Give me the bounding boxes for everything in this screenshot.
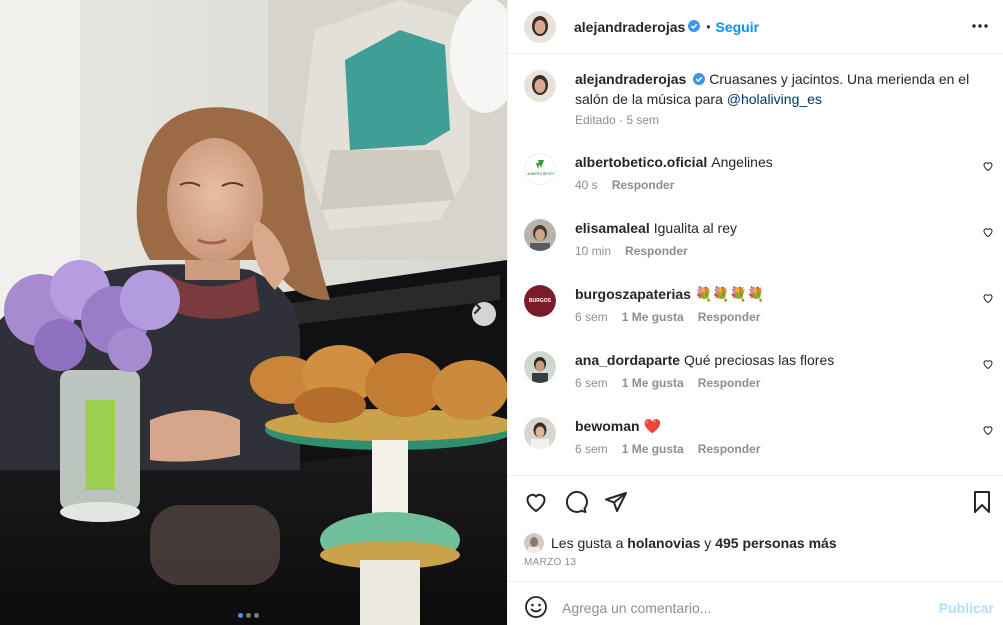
carousel-indicator	[238, 613, 259, 618]
comment-likes[interactable]: 1 Me gusta	[622, 376, 684, 390]
comment-text-block: albertobetico.oficial Angelines	[575, 153, 975, 172]
comment-item: BURGOS burgoszapaterias 💐💐💐💐 6 sem 1 Me gu…	[524, 285, 994, 329]
likes-prefix: Les gusta a	[551, 535, 628, 551]
next-photo-button[interactable]	[472, 302, 496, 326]
reply-button[interactable]: Responder	[698, 442, 761, 456]
comment-text-block: elisamaleal Igualita al rey	[575, 219, 975, 238]
comment-username[interactable]: albertobetico.oficial	[575, 154, 707, 170]
bookmark-icon[interactable]	[970, 490, 994, 517]
caption-meta: Editado · 5 sem	[575, 113, 660, 127]
comment-time: 6 sem	[575, 376, 608, 390]
comment-text-block: burgoszapaterias 💐💐💐💐	[575, 285, 975, 304]
comment-meta: 6 sem 1 Me gusta Responder	[575, 310, 760, 324]
comment-username[interactable]: ana_dordaparte	[575, 352, 680, 368]
divider	[508, 475, 1003, 476]
caption-username[interactable]: alejandraderojas	[575, 71, 686, 87]
post-caption: alejandraderojas Cruasanes y jacintos. Un…	[524, 70, 994, 130]
comment-input[interactable]	[562, 600, 922, 616]
commenter-avatar[interactable]: ALBERTO BETICO	[524, 153, 556, 185]
post-date[interactable]: MARZO 13	[524, 557, 576, 568]
caption-text-block: alejandraderojas Cruasanes y jacintos. Un…	[575, 70, 975, 109]
liker-avatar[interactable]	[524, 533, 544, 553]
author-username[interactable]: alejandraderojas	[574, 19, 685, 35]
heart-icon[interactable]	[524, 490, 548, 517]
comment-meta: 40 s Responder	[575, 178, 674, 192]
emoji-icon[interactable]	[524, 595, 548, 622]
reply-button[interactable]: Responder	[612, 178, 675, 192]
comment-composer: Publicar	[524, 594, 994, 622]
divider	[508, 581, 1003, 582]
likes-user[interactable]: holanovias	[627, 535, 700, 551]
comment-item: bewoman ❤️ 6 sem 1 Me gusta Responder	[524, 417, 994, 461]
comment-time: 6 sem	[575, 310, 608, 324]
comment-likes[interactable]: 1 Me gusta	[622, 310, 684, 324]
publish-button[interactable]: Publicar	[939, 600, 994, 616]
heart-icon[interactable]	[982, 357, 994, 373]
comment-meta: 6 sem 1 Me gusta Responder	[575, 442, 760, 456]
author-avatar[interactable]	[524, 10, 556, 43]
follow-button[interactable]: Seguir	[715, 19, 759, 35]
comment-time: 10 min	[575, 244, 612, 258]
likes-others[interactable]: 495 personas más	[715, 535, 836, 551]
heart-icon[interactable]	[982, 423, 994, 439]
likes-summary: Les gusta a holanovias y 495 personas má…	[524, 533, 837, 553]
avatar-logo-text: BURGOS	[529, 298, 552, 304]
reply-button[interactable]: Responder	[625, 244, 688, 258]
comment-text-block: ana_dordaparte Qué preciosas las flores	[575, 351, 975, 370]
heart-icon[interactable]	[982, 291, 994, 307]
heart-icon[interactable]	[982, 159, 994, 175]
comment-text: Igualita al rey	[653, 220, 738, 236]
comment-item: ALBERTO BETICO albertobetico.oficial Ange…	[524, 153, 994, 197]
comments-list[interactable]: alejandraderojas Cruasanes y jacintos. Un…	[508, 55, 1003, 475]
carousel-dot	[238, 613, 243, 618]
post-image[interactable]	[0, 0, 507, 625]
comment-text: ❤️	[643, 418, 662, 434]
comment-text: 💐💐💐💐	[694, 286, 765, 302]
commenter-avatar[interactable]	[524, 417, 556, 449]
likes-connector: y	[700, 535, 716, 551]
comment-username[interactable]: burgoszapaterias	[575, 286, 691, 302]
verified-icon	[693, 71, 706, 90]
comment-text: Qué preciosas las flores	[684, 352, 835, 368]
comment-time: 40 s	[575, 178, 598, 192]
post-actions	[524, 490, 994, 514]
comment-item: ana_dordaparte Qué preciosas las flores 6…	[524, 351, 994, 395]
reply-button[interactable]: Responder	[698, 310, 761, 324]
author-avatar[interactable]	[524, 70, 556, 102]
commenter-avatar[interactable]: BURGOS	[524, 285, 556, 317]
verified-icon	[688, 19, 701, 35]
comment-text: Angelines	[711, 154, 773, 170]
post-panel: alejandraderojas • Seguir alejandraderoj…	[507, 0, 1003, 625]
comment-username[interactable]: bewoman	[575, 418, 640, 434]
comment-item: elisamaleal Igualita al rey 10 min Respond…	[524, 219, 994, 263]
more-icon[interactable]	[971, 17, 989, 38]
comment-meta: 6 sem 1 Me gusta Responder	[575, 376, 760, 390]
commenter-avatar[interactable]	[524, 351, 556, 383]
post-header: alejandraderojas • Seguir	[508, 0, 1003, 54]
caption-mention[interactable]: @holaliving_es	[727, 91, 822, 107]
separator-dot: •	[706, 19, 711, 34]
heart-icon[interactable]	[982, 225, 994, 241]
comment-meta: 10 min Responder	[575, 244, 688, 258]
post-photo	[0, 0, 507, 625]
carousel-dot	[254, 613, 259, 618]
carousel-dot	[246, 613, 251, 618]
comment-likes[interactable]: 1 Me gusta	[622, 442, 684, 456]
commenter-avatar[interactable]	[524, 219, 556, 251]
comment-text-block: bewoman ❤️	[575, 417, 975, 436]
comment-time: 6 sem	[575, 442, 608, 456]
comment-icon[interactable]	[564, 490, 588, 517]
avatar-logo-text: ALBERTO BETICO	[527, 172, 555, 176]
share-icon[interactable]	[604, 490, 628, 517]
reply-button[interactable]: Responder	[698, 376, 761, 390]
comment-username[interactable]: elisamaleal	[575, 220, 650, 236]
